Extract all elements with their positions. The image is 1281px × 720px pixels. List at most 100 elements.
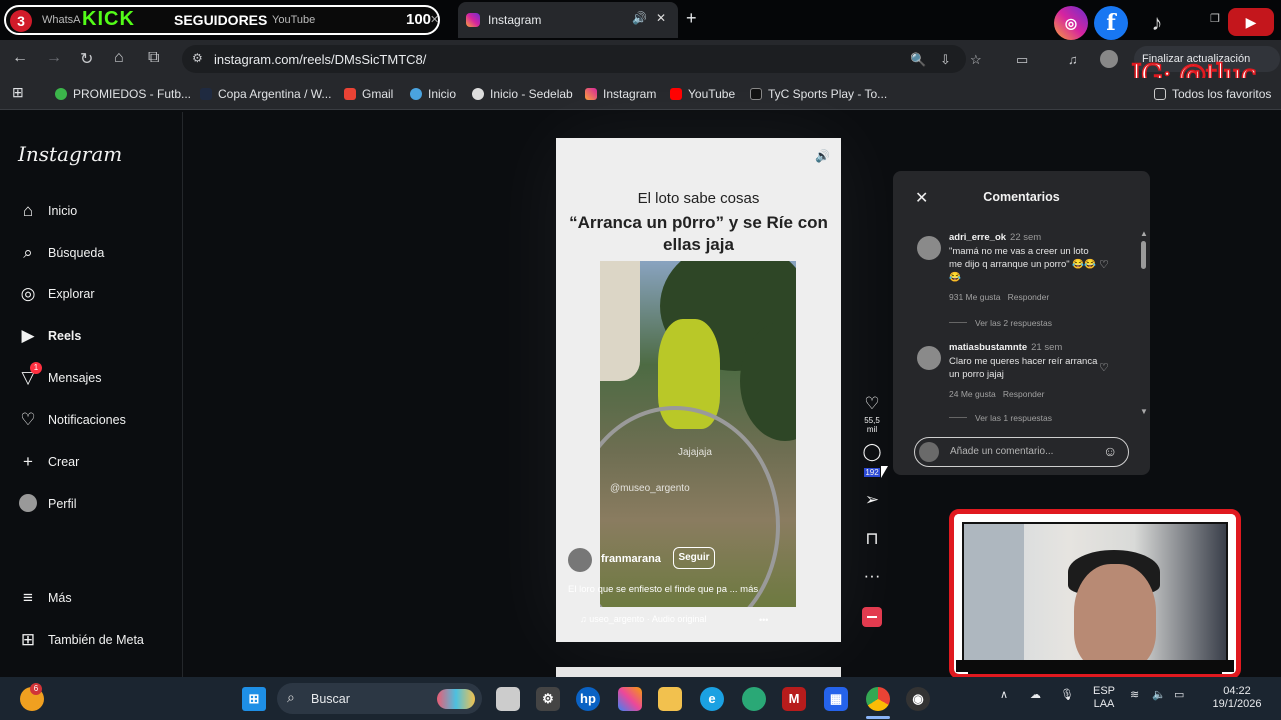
webcam-overlay [949,509,1241,679]
sidebar-item-reels[interactable]: ▶ Reels [18,326,178,352]
facebook-overlay-icon: f [1094,6,1128,40]
mute-icon[interactable]: 🔊 [815,149,830,163]
sidebar-item-notificaciones[interactable]: ♡ Notificaciones [18,410,178,436]
emoji-icon[interactable]: ☺ [1103,443,1117,459]
next-reel-preview[interactable] [556,667,841,677]
obs-icon[interactable]: ◉ [906,687,930,711]
language-indicator[interactable]: ESP LAA [1090,685,1118,711]
store-icon[interactable]: ▦ [824,687,848,711]
send-icon: ➢ [864,490,880,509]
comment-meta: 931 Me gusta Responder [949,292,1050,302]
microphone-icon[interactable]: 🎙 [1060,689,1074,702]
app-icon-2[interactable] [742,687,766,711]
sidebar-item-explorar[interactable]: ◎ Explorar [18,284,178,310]
close-tab-icon[interactable]: ✕ [656,11,666,25]
home-icon: ⌂ [22,201,34,220]
comments-scrollbar[interactable]: ▲ ▼ [1140,229,1148,419]
view-replies[interactable]: Ver las 1 respuestas [949,413,1052,423]
back-icon[interactable]: ← [12,49,28,67]
tab-count-badge: 3 [10,10,32,32]
widget-badge: 6 [30,683,42,695]
instagram-overlay-icon: ◎ [1054,6,1088,40]
site-info-icon[interactable]: ⚙ [192,51,203,65]
bookmark-youtube[interactable]: YouTube [670,87,735,101]
sidebar-item-inicio[interactable]: ⌂ Inicio [18,201,178,227]
bookmark-inicio[interactable]: Inicio [410,87,456,101]
speaker-icon[interactable]: 🔊 [632,11,647,25]
edge-icon[interactable]: e [700,687,724,711]
sidebar-item-perfil[interactable]: Perfil [18,494,178,520]
hp-icon[interactable]: hp [576,687,600,711]
user-avatar [919,442,939,462]
bookmark-star-icon[interactable]: ☆ [970,52,982,68]
reel-description[interactable]: El loro que se enfiesto el finde que pa … [568,584,758,595]
volume-icon[interactable]: 🔈 [1152,689,1166,702]
zoom-icon[interactable]: 🔍 [910,52,926,68]
bookmark-sedelab[interactable]: Inicio - Sedelab [472,87,573,101]
bookmark-tyc-sports[interactable]: TyC Sports Play - To... [750,87,887,101]
bookmark-instagram[interactable]: Instagram [585,87,656,101]
bookmark-promiedos[interactable]: PROMIEDOS - Futb... [55,87,191,101]
reel-author-avatar[interactable] [568,548,592,572]
audio-thumbnail[interactable] [862,607,882,627]
cast-icon[interactable]: ▭ [1016,52,1028,68]
bookmark-copa-argentina[interactable]: Copa Argentina / W... [200,87,331,101]
bookmark-gmail[interactable]: Gmail [344,87,393,101]
tab-instagram[interactable]: Instagram 🔊 ✕ [458,2,678,38]
comment-input[interactable]: Añade un comentario... ☺ [914,437,1129,467]
comment-like-icon[interactable]: ♡ [1099,361,1109,374]
reload-icon[interactable]: ↻ [80,49,93,69]
taskbar-search[interactable]: ⌕ Buscar [277,683,482,714]
tray-expand-icon[interactable]: ∧ [1000,689,1008,702]
like-button[interactable]: ♡ 55,5 mil [860,394,884,434]
comment-like-icon[interactable]: ♡ [1099,258,1109,271]
view-replies[interactable]: Ver las 2 respuestas [949,318,1052,328]
like-count: 55,5 mil [864,416,880,434]
address-bar[interactable]: ⚙ instagram.com/reels/DMsSicTMTC8/ [182,45,966,73]
task-view-icon[interactable] [496,687,520,711]
sidebar-item-mas[interactable]: ≡ Más [18,588,178,614]
scrollbar-thumb[interactable] [1141,241,1146,269]
forward-icon[interactable]: → [46,49,62,67]
stream-overlay-tab[interactable]: 3 WhatsA KICK SEGUIDORES YouTube 100 ✕ [4,5,440,35]
comments-panel: ✕ Comentarios adri_erre_ok 22 sem "mamá n… [893,171,1150,475]
more-options-button[interactable]: ··· [860,566,884,586]
app-icon[interactable]: ⚙ [536,687,560,711]
profile-avatar[interactable] [1100,50,1118,68]
reel-author-name[interactable]: franmarana [601,553,661,565]
scroll-up-icon[interactable]: ▲ [1140,229,1148,238]
wifi-icon[interactable]: ≋ [1130,689,1139,702]
side-panel-icon[interactable]: ⧉ [148,49,159,67]
apps-grid-icon[interactable]: ⊞ [12,84,24,101]
instagram-sidebar: Instagram ⌂ Inicio ⌕ Búsqueda ◎ Explorar ▶ R… [0,112,183,677]
close-tab-icon[interactable]: ✕ [430,13,438,26]
restore-window-icon[interactable]: ❐ [1210,12,1220,25]
sidebar-item-mensajes[interactable]: ▽ 1 Mensajes [18,362,178,394]
follow-button[interactable]: Seguir [673,547,715,569]
scroll-down-icon[interactable]: ▼ [1140,407,1148,416]
start-menu-icon[interactable]: ⊞ [242,687,266,711]
commenter-avatar[interactable] [917,346,941,370]
instagram-logo[interactable]: Instagram [18,142,122,166]
sidebar-item-crear[interactable]: + Crear [18,452,178,478]
heart-icon: ♡ [20,410,36,429]
windows-taskbar: 6 ⊞ ⌕ Buscar ⚙ hp e M ▦ ◉ ∧ ☁ 🎙 ESP LAA ≋… [0,677,1281,720]
share-button[interactable]: ➢ [860,490,884,510]
commenter-avatar[interactable] [917,236,941,260]
media-control-icon[interactable]: ♫ [1068,52,1078,67]
chrome-icon[interactable] [866,687,890,711]
sidebar-item-meta[interactable]: ⊞ También de Meta [18,630,178,656]
onedrive-icon[interactable]: ☁ [1030,689,1041,702]
battery-icon[interactable]: ▭ [1174,689,1184,702]
home-icon[interactable]: ⌂ [114,49,124,67]
file-explorer-icon[interactable] [658,687,682,711]
install-app-icon[interactable]: ⇩ [940,52,951,68]
clock[interactable]: 04:22 19/1/2026 [1206,685,1268,711]
mcafee-icon[interactable]: M [782,687,806,711]
new-tab-button[interactable]: + [686,8,697,29]
sidebar-item-busqueda[interactable]: ⌕ Búsqueda [18,243,178,269]
save-button[interactable]: ⊓ [860,529,884,549]
reel-video-player[interactable]: 🔊 El loto sabe cosas “Arranca un p0rro” … [556,138,841,642]
copilot-icon[interactable] [618,687,642,711]
all-bookmarks[interactable]: Todos los favoritos [1154,87,1271,101]
